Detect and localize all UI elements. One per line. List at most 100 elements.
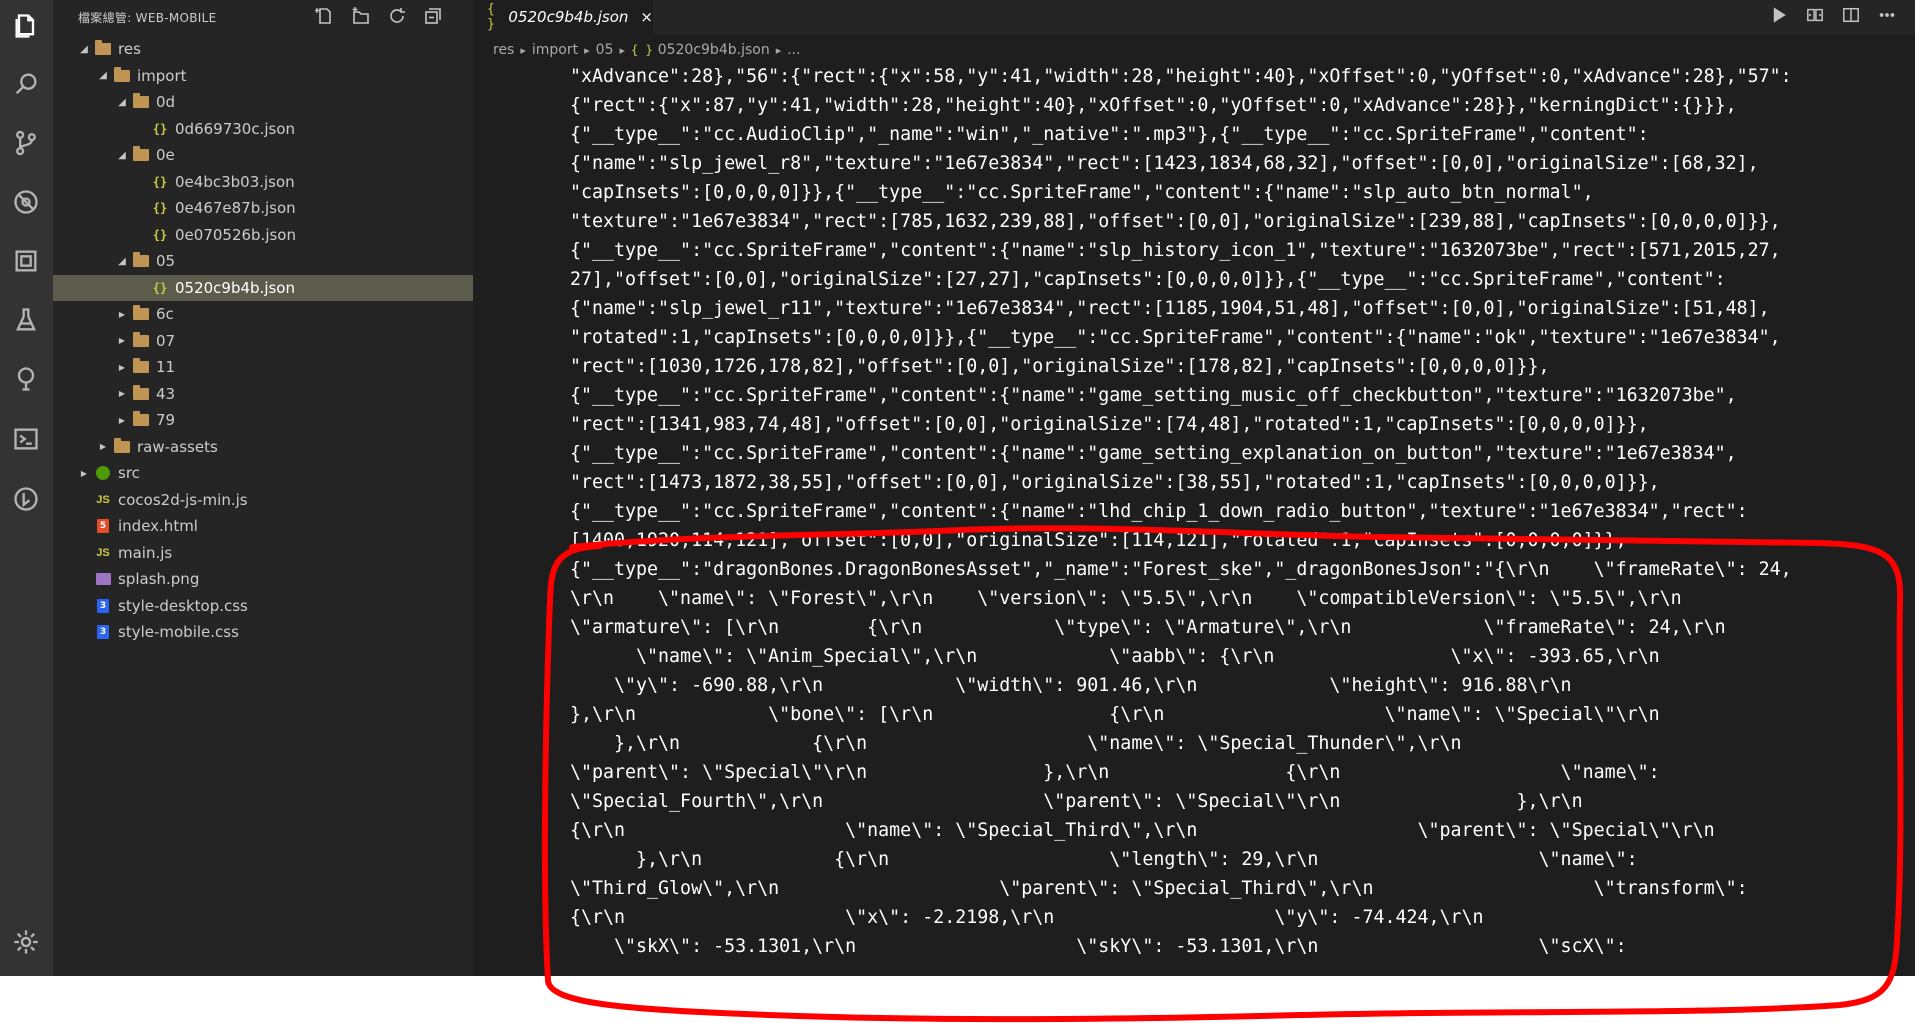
tree-item-label: raw-assets — [137, 437, 218, 456]
code-editor[interactable]: "xAdvance":28},"56":{"rect":{"x":58,"y":… — [473, 62, 1915, 976]
chevron-right-icon[interactable]: ▶ — [116, 361, 128, 373]
code-line[interactable]: {\r\n \"x\": -2.2198,\r\n \"y\": -74.424… — [570, 903, 1792, 932]
code-line[interactable]: {"name":"slp_jewel_r8","texture":"1e67e3… — [570, 149, 1792, 178]
tree-item-label: 11 — [156, 358, 176, 376]
breadcrumb-separator-icon: ▸ — [775, 43, 782, 57]
tree-item-main-js[interactable]: JS main.js — [53, 540, 473, 566]
compare-icon[interactable] — [1806, 6, 1828, 28]
chevron-right-icon[interactable]: ▶ — [97, 441, 109, 453]
breadcrumb-item-05[interactable]: 05 — [596, 42, 614, 58]
chevron-right-icon[interactable]: ▶ — [116, 335, 128, 347]
code-line[interactable]: \"name\": \"Anim_Special\",\r\n \"aabb\"… — [570, 642, 1792, 671]
chevron-down-icon[interactable]: ◢ — [116, 149, 128, 161]
code-line[interactable]: [1400,1920,114,121],"offset":[0,0],"orig… — [570, 526, 1792, 555]
timeline-icon[interactable] — [10, 483, 42, 515]
chevron-down-icon[interactable]: ◢ — [116, 96, 128, 108]
code-line[interactable]: \"Third_Glow\",\r\n \"parent\": \"Specia… — [570, 874, 1792, 903]
tree-item-raw-assets[interactable]: ▶ raw-assets — [53, 434, 473, 460]
source-control-icon[interactable] — [10, 127, 42, 159]
tree-item-6c[interactable]: ▶ 6c — [53, 301, 473, 327]
explorer-sidebar: 檔案總管: WEB-MOBILE ◢ res ◢ import ◢ 0d {} 0d66973… — [53, 0, 473, 976]
tree-view-icon[interactable] — [10, 363, 42, 395]
collapse-icon[interactable] — [423, 6, 445, 28]
code-content[interactable]: "xAdvance":28},"56":{"rect":{"x":58,"y":… — [570, 62, 1792, 961]
code-line[interactable]: \"y\": -690.88,\r\n \"width\": 901.46,\r… — [570, 671, 1792, 700]
chevron-right-icon[interactable]: ▶ — [116, 414, 128, 426]
code-line[interactable]: {"__type__":"cc.SpriteFrame","content":{… — [570, 439, 1792, 468]
tree-item-0e467e87b-json[interactable]: {} 0e467e87b.json — [53, 195, 473, 221]
chevron-down-icon[interactable]: ◢ — [97, 70, 109, 82]
tree-item-label: 0520c9b4b.json — [175, 278, 295, 297]
refresh-icon[interactable] — [387, 6, 409, 28]
code-line[interactable]: {"__type__":"cc.SpriteFrame","content":{… — [570, 381, 1792, 410]
tree-item-43[interactable]: ▶ 43 — [53, 381, 473, 407]
code-line[interactable]: \"parent\": \"Special\"\r\n },\r\n {\r\n… — [570, 758, 1792, 787]
code-line[interactable]: },\r\n {\r\n \"length\": 29,\r\n \"name\… — [570, 845, 1792, 874]
files-icon[interactable] — [10, 10, 42, 42]
code-line[interactable]: },\r\n {\r\n \"name\": \"Special_Thunder… — [570, 729, 1792, 758]
split-editor-icon[interactable] — [1842, 6, 1864, 28]
tree-item-import[interactable]: ◢ import — [53, 63, 473, 89]
tree-item-79[interactable]: ▶ 79 — [53, 407, 473, 433]
code-line[interactable]: "texture":"1e67e3834","rect":[785,1632,2… — [570, 207, 1792, 236]
breadcrumb-item-import[interactable]: import — [532, 42, 578, 58]
extensions-icon[interactable] — [10, 245, 42, 277]
tree-item-index-html[interactable]: 5 index.html — [53, 513, 473, 539]
breadcrumb-separator-icon: ▸ — [584, 43, 590, 57]
tree-item-res[interactable]: ◢ res — [53, 36, 473, 62]
new-folder-icon[interactable] — [351, 6, 373, 28]
settings-gear-icon[interactable] — [10, 926, 42, 958]
run-icon[interactable] — [1770, 6, 1792, 28]
chevron-down-icon[interactable]: ◢ — [78, 43, 90, 55]
more-actions-icon[interactable] — [1878, 6, 1900, 28]
close-icon[interactable]: × — [640, 8, 653, 26]
tree-item-splash-png[interactable]: splash.png — [53, 566, 473, 592]
tree-item-style-desktop-css[interactable]: 3 style-desktop.css — [53, 593, 473, 619]
search-icon[interactable] — [10, 68, 42, 100]
tree-item-0e[interactable]: ◢ 0e — [53, 142, 473, 168]
code-line[interactable]: "capInsets":[0,0,0,0]}},{"__type__":"cc.… — [570, 178, 1792, 207]
code-line[interactable]: },\r\n \"bone\": [\r\n {\r\n \"name\": \… — [570, 700, 1792, 729]
tree-item-0d[interactable]: ◢ 0d — [53, 89, 473, 115]
code-line[interactable]: \"skX\": -53.1301,\r\n \"skY\": -53.1301… — [570, 932, 1792, 961]
tree-item-0520c9b4b-json[interactable]: {} 0520c9b4b.json — [53, 274, 473, 301]
new-file-icon[interactable] — [315, 6, 337, 28]
code-line[interactable]: {\r\n \"name\": \"Special_Third\",\r\n \… — [570, 816, 1792, 845]
breadcrumb-more[interactable]: ... — [787, 42, 800, 58]
code-line[interactable]: {"__type__":"cc.SpriteFrame","content":{… — [570, 497, 1792, 526]
tab-0520c9b4b-json[interactable]: { } 0520c9b4b.json × — [473, 0, 653, 34]
tree-item-05[interactable]: ◢ 05 — [53, 248, 473, 274]
chevron-down-icon[interactable]: ◢ — [116, 255, 128, 267]
tree-item-0e070526b-json[interactable]: {} 0e070526b.json — [53, 222, 473, 248]
tree-item-11[interactable]: ▶ 11 — [53, 354, 473, 380]
code-line[interactable]: {"__type__":"cc.SpriteFrame","content":{… — [570, 236, 1792, 265]
tree-item-src[interactable]: ▶ src — [53, 460, 473, 486]
code-line[interactable]: "rect":[1473,1872,38,55],"offset":[0,0],… — [570, 468, 1792, 497]
code-line[interactable]: "rect":[1341,983,74,48],"offset":[0,0],"… — [570, 410, 1792, 439]
code-line[interactable]: \r\n \"name\": \"Forest\",\r\n \"version… — [570, 584, 1792, 613]
code-line[interactable]: "rotated":1,"capInsets":[0,0,0,0]}},{"__… — [570, 323, 1792, 352]
terminal-icon[interactable] — [10, 423, 42, 455]
code-line[interactable]: \"armature\": [\r\n {\r\n \"type\": \"Ar… — [570, 613, 1792, 642]
code-line[interactable]: 27],"offset":[0,0],"originalSize":[27,27… — [570, 265, 1792, 294]
code-line[interactable]: {"__type__":"cc.AudioClip","_name":"win"… — [570, 120, 1792, 149]
debug-icon[interactable] — [10, 186, 42, 218]
code-line[interactable]: {"__type__":"dragonBones.DragonBonesAsse… — [570, 555, 1792, 584]
code-line[interactable]: {"rect":{"x":87,"y":41,"width":28,"heigh… — [570, 91, 1792, 120]
tree-item-07[interactable]: ▶ 07 — [53, 328, 473, 354]
breadcrumb-item-file[interactable]: 0520c9b4b.json — [658, 42, 770, 58]
chevron-right-icon[interactable]: ▶ — [116, 388, 128, 400]
code-line[interactable]: {"name":"slp_jewel_r11","texture":"1e67e… — [570, 294, 1792, 323]
tree-item-0e4bc3b03-json[interactable]: {} 0e4bc3b03.json — [53, 169, 473, 195]
tree-item-cocos2d-js-min-js[interactable]: JS cocos2d-js-min.js — [53, 487, 473, 513]
tree-item-0d669730c-json[interactable]: {} 0d669730c.json — [53, 116, 473, 142]
chevron-right-icon[interactable]: ▶ — [78, 467, 90, 479]
chevron-right-icon[interactable]: ▶ — [116, 308, 128, 320]
tree-item-style-mobile-css[interactable]: 3 style-mobile.css — [53, 619, 473, 645]
code-line[interactable]: \"Special_Fourth\",\r\n \"parent\": \"Sp… — [570, 787, 1792, 816]
tree-item-label: 79 — [156, 411, 176, 429]
test-flask-icon[interactable] — [10, 304, 42, 336]
code-line[interactable]: "xAdvance":28},"56":{"rect":{"x":58,"y":… — [570, 62, 1792, 91]
breadcrumb-item-res[interactable]: res — [493, 42, 514, 58]
code-line[interactable]: "rect":[1030,1726,178,82],"offset":[0,0]… — [570, 352, 1792, 381]
